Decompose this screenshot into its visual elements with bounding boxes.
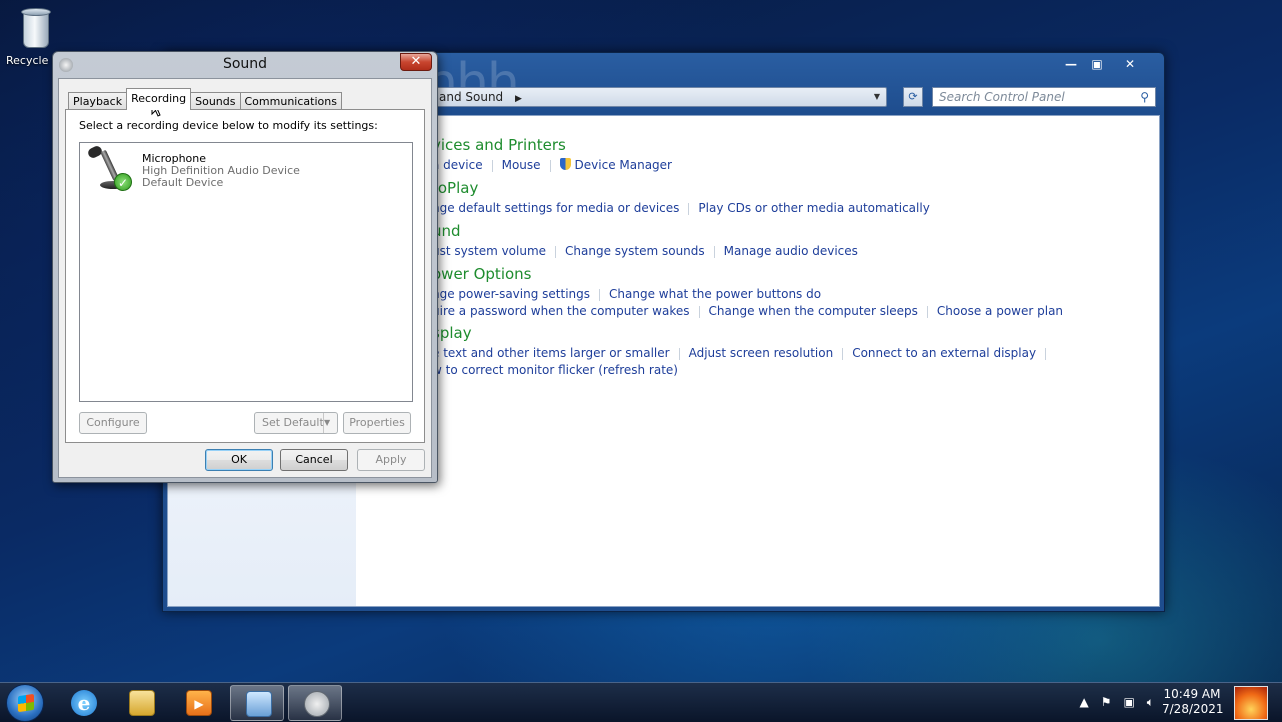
windows-logo-icon bbox=[18, 693, 34, 713]
shield-icon bbox=[559, 158, 571, 170]
list-item[interactable]: ✓ Microphone High Definition Audio Devic… bbox=[84, 144, 300, 193]
sound-dialog: Sound ✕ Playback Recording Sounds Commun… bbox=[52, 51, 438, 483]
tab-recording[interactable]: Recording bbox=[126, 88, 192, 110]
section-heading[interactable]: splay bbox=[432, 324, 1055, 342]
folder-icon bbox=[129, 690, 155, 716]
recycle-bin-label: Recycle B bbox=[6, 54, 54, 67]
instruction-text: Select a recording device below to modif… bbox=[79, 119, 378, 132]
address-dropdown-icon[interactable]: ▼ bbox=[874, 88, 880, 106]
volume-icon[interactable]: 🔈︎ bbox=[1147, 695, 1154, 710]
show-hidden-icons-icon[interactable]: ▲ bbox=[1079, 695, 1088, 710]
taskbar: e ▶ ▲ ⚑ ▣ 🔈︎ 10:49 AM 7/28/2021 bbox=[0, 682, 1282, 722]
section-heading[interactable]: ower Options bbox=[432, 265, 1063, 283]
taskbar-windows-explorer[interactable] bbox=[114, 685, 168, 721]
cancel-button[interactable]: Cancel bbox=[280, 449, 348, 471]
section-display: splay e text and other items larger or s… bbox=[432, 324, 1055, 377]
link-computer-sleeps[interactable]: Change when the computer sleeps bbox=[709, 304, 918, 318]
tab-strip: Playback Recording Sounds Communications bbox=[68, 88, 342, 110]
microphone-icon: ✓ bbox=[84, 144, 136, 193]
link-power-buttons[interactable]: Change what the power buttons do bbox=[609, 287, 821, 301]
properties-button[interactable]: Properties bbox=[343, 412, 411, 434]
notification-area: ▲ ⚑ ▣ 🔈︎ bbox=[1079, 695, 1154, 710]
device-status: Default Device bbox=[142, 176, 224, 189]
search-input[interactable]: Search Control Panel ⚲ bbox=[932, 87, 1156, 107]
dialog-close-button[interactable]: ✕ bbox=[400, 53, 432, 71]
recycle-bin-icon bbox=[19, 6, 53, 50]
section-heading[interactable]: toPlay bbox=[432, 179, 930, 197]
link-monitor-flicker[interactable]: w to correct monitor flicker (refresh ra… bbox=[432, 363, 678, 377]
breadcrumb[interactable]: and Sound bbox=[439, 90, 503, 104]
dialog-title: Sound bbox=[222, 56, 268, 72]
section-links: e text and other items larger or smaller… bbox=[432, 346, 1055, 360]
ok-button[interactable]: OK bbox=[205, 449, 273, 471]
link-add-device[interactable]: a device bbox=[432, 158, 483, 172]
section-autoplay: toPlay nge default settings for media or… bbox=[432, 179, 930, 215]
tab-sounds[interactable]: Sounds bbox=[190, 92, 241, 110]
clock-date: 7/28/2021 bbox=[1162, 702, 1224, 716]
minimize-button[interactable]: — bbox=[1058, 55, 1084, 73]
dialog-body: Playback Recording Sounds Communications… bbox=[58, 78, 432, 478]
default-check-icon: ✓ bbox=[114, 173, 132, 191]
chevron-down-icon[interactable]: ▼ bbox=[323, 413, 337, 433]
address-bar[interactable]: and Sound ▶ ▼ bbox=[433, 87, 887, 107]
link-screen-resolution[interactable]: Adjust screen resolution bbox=[689, 346, 834, 360]
section-power-options: ower Options nge power-saving settings Ch… bbox=[432, 265, 1063, 318]
clock-time: 10:49 AM bbox=[1163, 687, 1221, 701]
section-links: a device Mouse Device Manager bbox=[432, 158, 672, 172]
internet-explorer-icon: e bbox=[71, 690, 97, 716]
taskbar-control-panel[interactable] bbox=[230, 685, 284, 721]
link-adjust-volume[interactable]: ust system volume bbox=[432, 244, 546, 258]
speaker-icon bbox=[304, 691, 330, 717]
search-placeholder: Search Control Panel bbox=[939, 90, 1065, 104]
tab-playback[interactable]: Playback bbox=[68, 92, 128, 110]
section-devices-printers: vices and Printers a device Mouse Device M… bbox=[432, 136, 672, 172]
section-heading[interactable]: und bbox=[432, 222, 858, 240]
link-external-display[interactable]: Connect to an external display bbox=[852, 346, 1036, 360]
link-device-manager[interactable]: Device Manager bbox=[575, 158, 672, 172]
configure-button[interactable]: Configure bbox=[79, 412, 147, 434]
link-play-cds[interactable]: Play CDs or other media automatically bbox=[698, 201, 929, 215]
device-info: Microphone High Definition Audio Device … bbox=[142, 153, 300, 193]
link-mouse[interactable]: Mouse bbox=[502, 158, 541, 172]
tab-communications[interactable]: Communications bbox=[239, 92, 342, 110]
link-require-password[interactable]: uire a password when the computer wakes bbox=[432, 304, 690, 318]
taskbar-internet-explorer[interactable]: e bbox=[56, 685, 110, 721]
start-button[interactable] bbox=[6, 684, 44, 722]
breadcrumb-arrow-icon[interactable]: ▶ bbox=[515, 94, 522, 104]
section-links: nge default settings for media or device… bbox=[432, 201, 930, 215]
maximize-button[interactable]: ▣ bbox=[1084, 55, 1110, 73]
section-links-row2: w to correct monitor flicker (refresh ra… bbox=[432, 363, 1055, 377]
action-center-flag-icon[interactable]: ⚑ bbox=[1101, 695, 1112, 710]
network-icon[interactable]: ▣ bbox=[1123, 695, 1134, 710]
recording-tab-panel: Select a recording device below to modif… bbox=[65, 109, 425, 443]
close-button[interactable]: ✕ bbox=[1110, 55, 1150, 73]
user-picture[interactable] bbox=[1234, 686, 1268, 720]
link-power-saving[interactable]: nge power-saving settings bbox=[432, 287, 590, 301]
link-change-default-settings[interactable]: nge default settings for media or device… bbox=[432, 201, 679, 215]
set-default-button[interactable]: Set Default ▼ bbox=[254, 412, 338, 434]
control-panel-icon bbox=[246, 691, 272, 717]
taskbar-media-player[interactable]: ▶ bbox=[171, 685, 225, 721]
apply-button[interactable]: Apply bbox=[357, 449, 425, 471]
link-manage-audio-devices[interactable]: Manage audio devices bbox=[724, 244, 858, 258]
refresh-button[interactable]: ⟳ bbox=[903, 87, 923, 107]
section-heading[interactable]: vices and Printers bbox=[432, 136, 672, 154]
section-links: nge power-saving settings Change what the… bbox=[432, 287, 1063, 301]
media-player-icon: ▶ bbox=[186, 690, 212, 716]
set-default-label: Set Default bbox=[262, 416, 324, 429]
clock[interactable]: 10:49 AM 7/28/2021 bbox=[1162, 687, 1224, 717]
taskbar-sound[interactable] bbox=[288, 685, 342, 721]
search-icon[interactable]: ⚲ bbox=[1140, 88, 1149, 106]
link-text-size[interactable]: e text and other items larger or smaller bbox=[432, 346, 670, 360]
link-change-system-sounds[interactable]: Change system sounds bbox=[565, 244, 705, 258]
link-choose-power-plan[interactable]: Choose a power plan bbox=[937, 304, 1063, 318]
section-sound: und ust system volume Change system sound… bbox=[432, 222, 858, 258]
device-list[interactable]: ✓ Microphone High Definition Audio Devic… bbox=[79, 142, 413, 402]
section-links-row2: uire a password when the computer wakes C… bbox=[432, 304, 1063, 318]
section-links: ust system volume Change system sounds Man… bbox=[432, 244, 858, 258]
